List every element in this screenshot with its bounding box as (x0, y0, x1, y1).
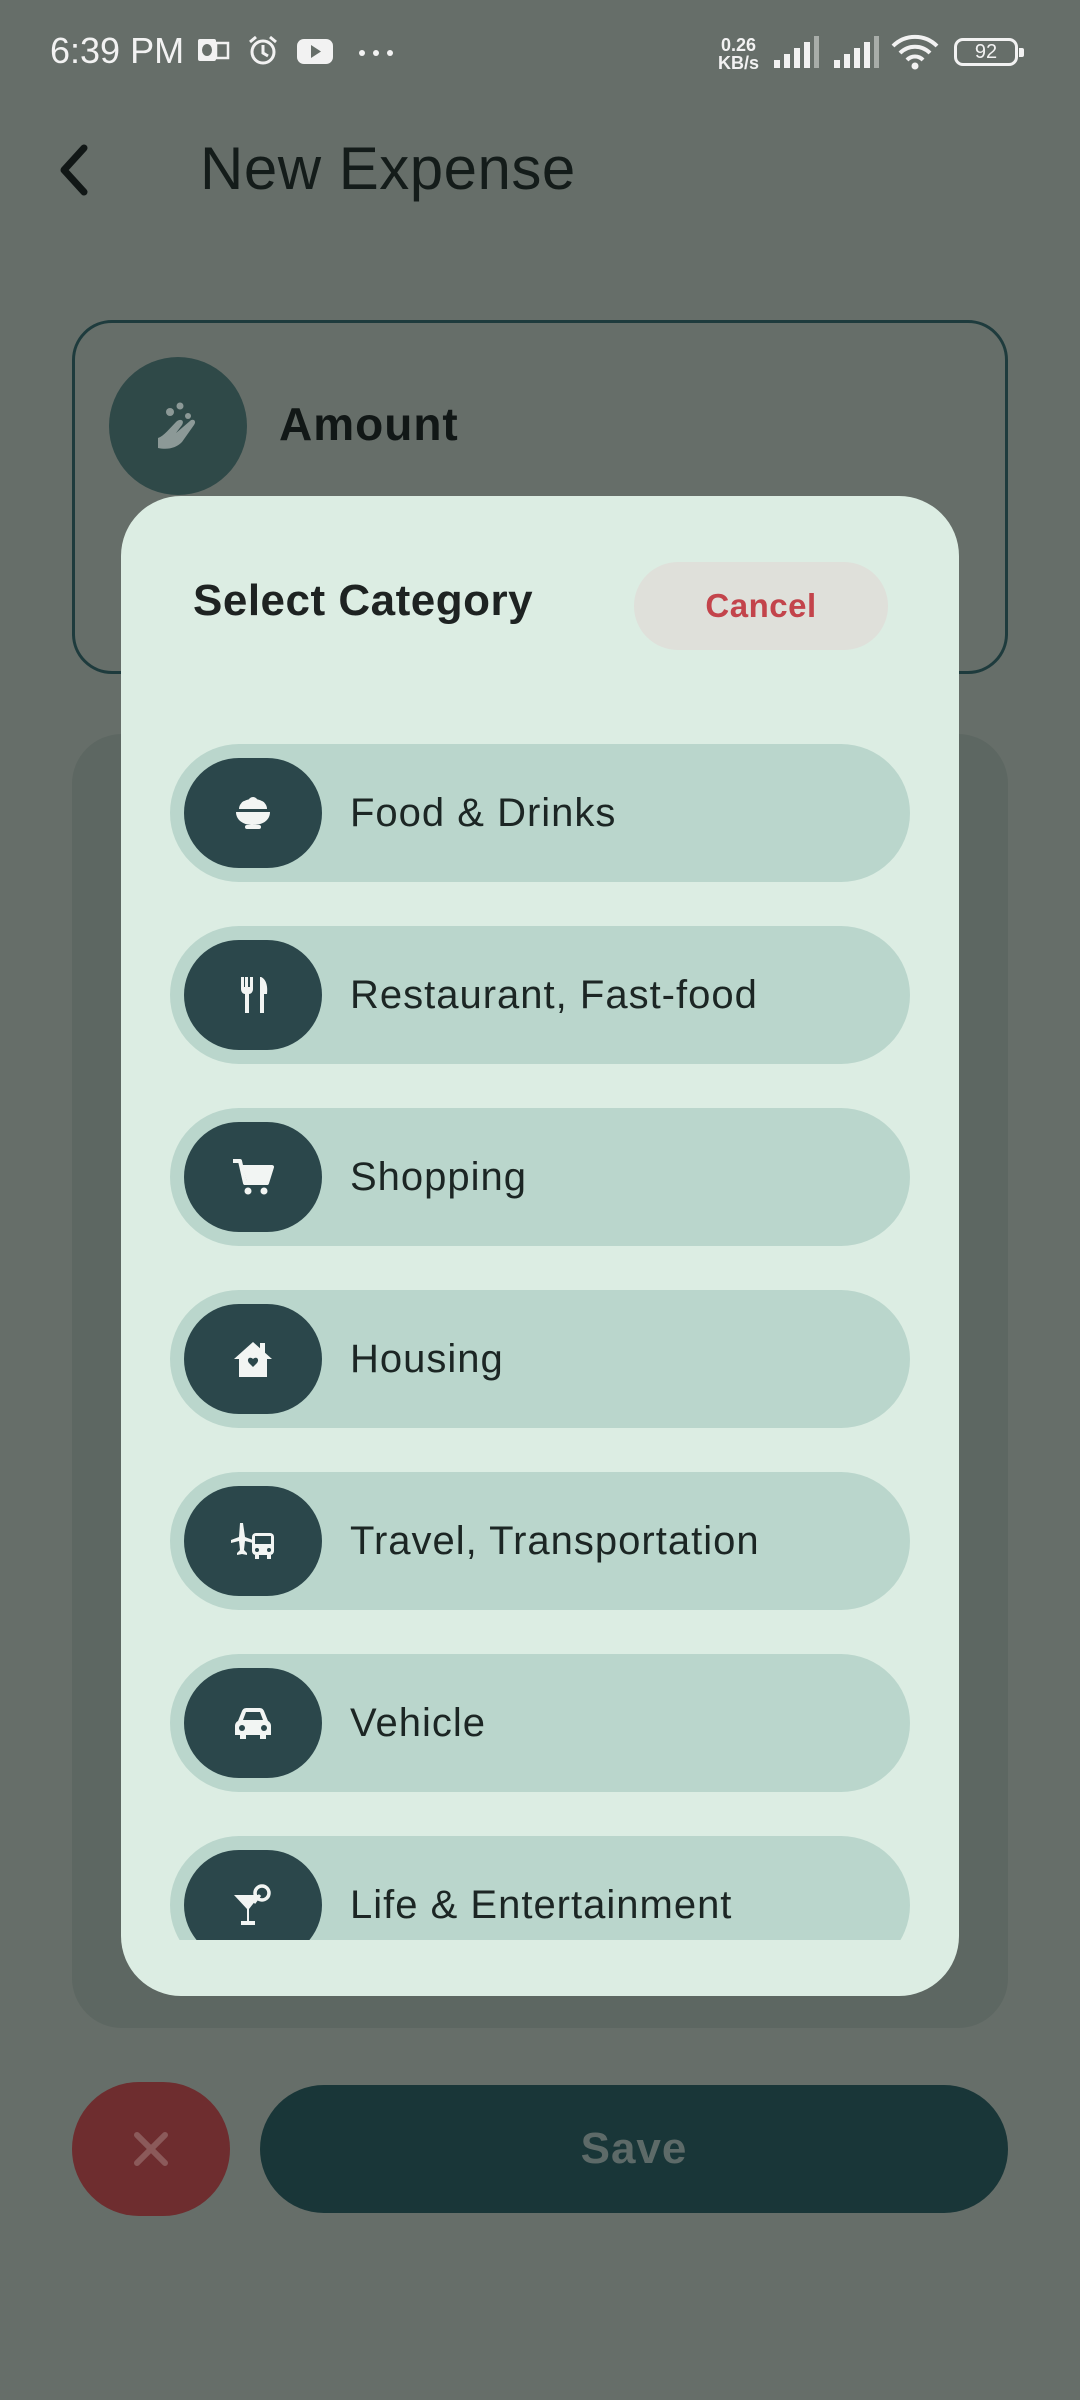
category-label: Travel, Transportation (350, 1519, 760, 1563)
signal-icon (772, 34, 820, 75)
network-speed: 0.26 KB/s (718, 36, 759, 72)
network-speed-unit: KB/s (718, 53, 760, 73)
category-item-life-entertainment[interactable]: Life & Entertainment (170, 1836, 910, 1940)
category-item-shopping[interactable]: Shopping (170, 1108, 910, 1246)
back-button[interactable] (44, 130, 104, 210)
more-dots-icon (356, 34, 396, 73)
category-item-food-drinks[interactable]: Food & Drinks (170, 744, 910, 882)
category-label: Life & Entertainment (350, 1883, 733, 1927)
category-item-travel[interactable]: Travel, Transportation (170, 1472, 910, 1610)
close-button[interactable] (72, 2082, 230, 2216)
food-bowl-icon (184, 758, 322, 868)
alarm-icon (246, 34, 280, 73)
category-item-vehicle[interactable]: Vehicle (170, 1654, 910, 1792)
outlook-icon (196, 34, 230, 73)
category-item-restaurant[interactable]: Restaurant, Fast-food (170, 926, 910, 1064)
dialog-title: Select Category (193, 576, 534, 625)
youtube-icon (296, 34, 334, 73)
car-icon (184, 1668, 322, 1778)
wifi-icon (890, 34, 940, 75)
shopping-cart-icon (184, 1122, 322, 1232)
category-label: Housing (350, 1337, 504, 1381)
select-category-dialog: Select Category Cancel Food & Drinks Res… (121, 496, 959, 1996)
save-button-label: Save (580, 2124, 688, 2173)
fork-knife-icon (184, 940, 322, 1050)
plane-bus-icon (184, 1486, 322, 1596)
cancel-button[interactable]: Cancel (634, 562, 888, 650)
page-title: New Expense (200, 135, 576, 202)
battery-icon: 92 (954, 38, 1024, 66)
coins-hand-icon (109, 357, 247, 495)
status-bar: 6:39 PM 0.26 KB/s 92 (0, 0, 1080, 108)
cocktail-icon (184, 1850, 322, 1940)
close-icon (134, 2132, 168, 2166)
cancel-button-label: Cancel (705, 587, 817, 624)
save-button[interactable]: Save (260, 2085, 1008, 2213)
battery-level: 92 (974, 41, 998, 63)
category-label: Vehicle (350, 1701, 486, 1745)
amount-label: Amount (279, 398, 459, 450)
category-list[interactable]: Food & Drinks Restaurant, Fast-food Shop… (170, 744, 910, 1940)
category-label: Food & Drinks (350, 791, 617, 835)
house-icon (184, 1304, 322, 1414)
category-item-housing[interactable]: Housing (170, 1290, 910, 1428)
status-time: 6:39 PM (50, 30, 185, 71)
category-label: Shopping (350, 1155, 528, 1199)
network-speed-value: 0.26 (720, 35, 757, 55)
category-label: Restaurant, Fast-food (350, 973, 758, 1017)
chevron-left-icon (60, 144, 88, 196)
signal-icon (832, 34, 880, 75)
